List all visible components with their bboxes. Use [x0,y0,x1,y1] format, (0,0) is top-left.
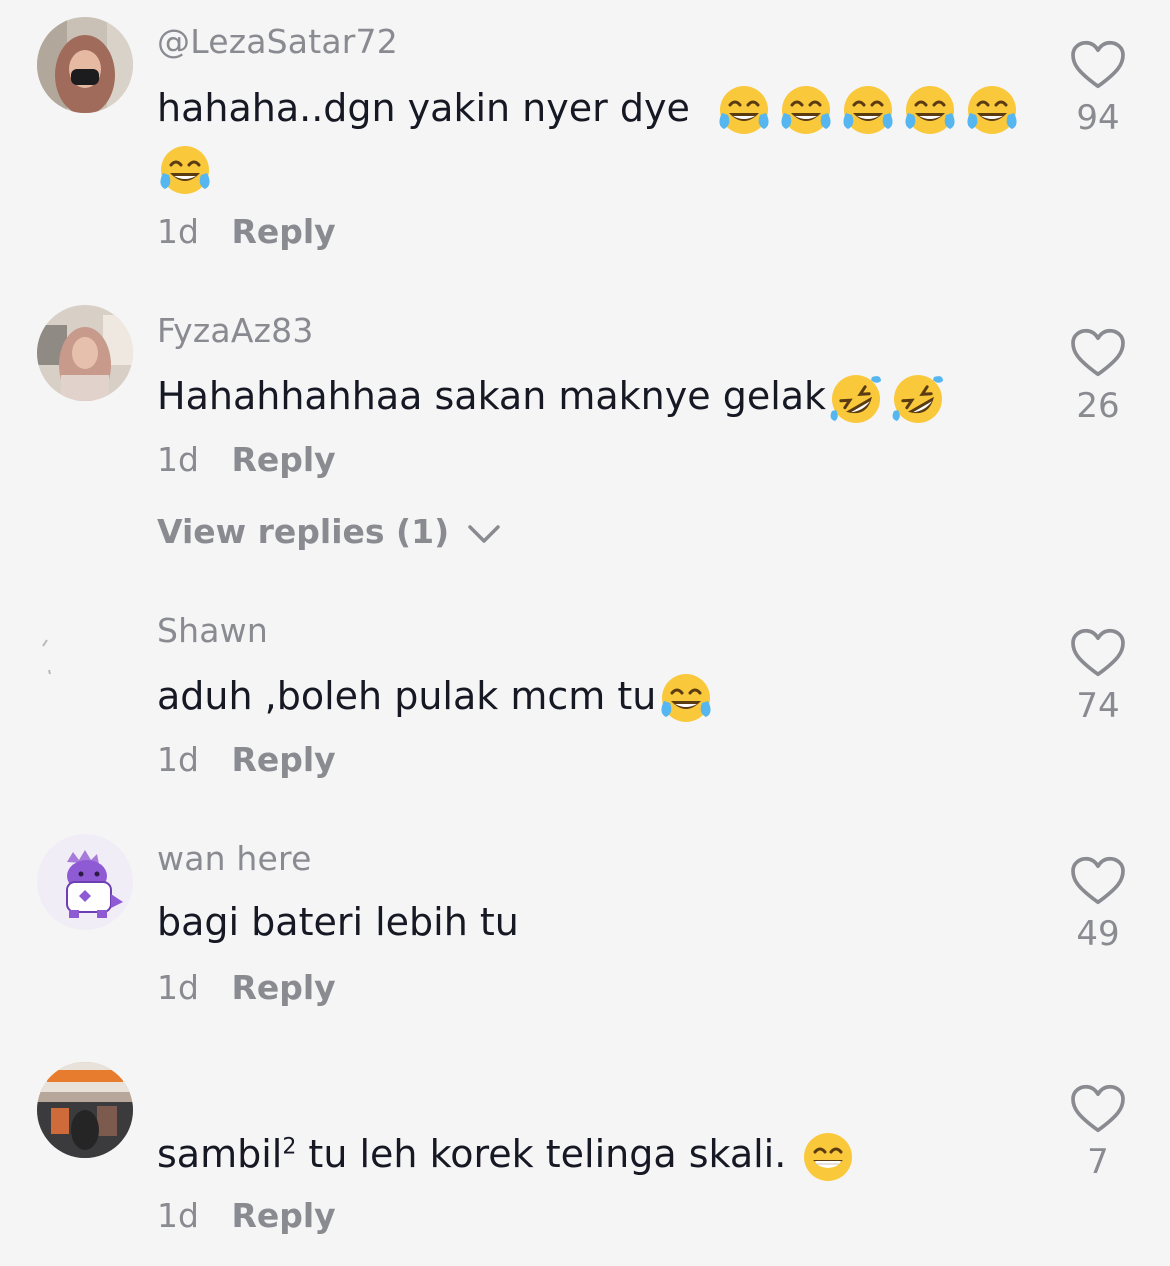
view-replies-button[interactable]: View replies (1) [157,512,501,551]
grinning-face-with-smiling-eyes-icon [800,1129,856,1185]
face-with-tears-of-joy-icon [716,83,772,139]
avatar[interactable] [37,17,133,113]
heart-outline-icon[interactable] [1070,328,1126,378]
comment-text: sambil2 tu leh korek telinga skali. [157,1124,1037,1185]
comment-username[interactable]: FyzaAz83 [157,311,314,350]
comment-meta: 1d Reply [157,1196,336,1235]
face-with-tears-of-joy-icon [778,83,834,139]
like-count: 74 [1076,686,1120,726]
comment-age: 1d [157,1196,199,1235]
face-with-tears-of-joy-icon [840,83,896,139]
comment-text-part: tu leh korek telinga skali. [296,1132,799,1176]
rolling-on-floor-laughing-icon [828,371,884,427]
comment-text-superscript: 2 [282,1134,297,1160]
comment-meta: 1d Reply [157,968,336,1007]
comment-text: aduh ,boleh pulak mcm tu [157,666,1037,727]
reply-button[interactable]: Reply [231,740,335,779]
avatar[interactable] [37,1062,133,1158]
reply-button[interactable]: Reply [231,212,335,251]
comment-username[interactable]: Shawn [157,611,268,650]
view-replies-label: View replies (1) [157,512,450,551]
reply-button[interactable]: Reply [231,968,335,1007]
comment-meta: 1d Reply [157,212,336,251]
comment-age: 1d [157,212,199,251]
chevron-down-icon [467,524,500,543]
heart-outline-icon[interactable] [1070,856,1126,906]
like-button[interactable]: 7 [1057,1084,1139,1182]
comment-text-part: sambil [157,1132,283,1176]
like-count: 7 [1087,1142,1109,1182]
comment-age: 1d [157,440,199,479]
comment-text-body: aduh ,boleh pulak mcm tu [157,674,657,718]
rolling-on-floor-laughing-icon [890,371,946,427]
comment-text-body: Hahahhahhaa sakan maknye gelak [157,374,827,418]
like-count: 49 [1076,914,1120,954]
like-count: 26 [1076,386,1120,426]
avatar[interactable] [37,305,133,401]
avatar[interactable] [37,834,133,930]
reply-button[interactable]: Reply [231,1196,335,1235]
heart-outline-icon[interactable] [1070,40,1126,90]
comment-text-wrap [157,138,1037,199]
reply-button[interactable]: Reply [231,440,335,479]
comment-text: bagi bateri lebih tu [157,892,1037,952]
comment-meta: 1d Reply [157,440,336,479]
comment-age: 1d [157,968,199,1007]
face-with-tears-of-joy-icon [658,671,714,727]
face-with-tears-of-joy-icon [157,143,213,199]
like-button[interactable]: 74 [1057,628,1139,726]
comment-text-body: hahaha..dgn yakin nyer dye [157,86,690,130]
heart-outline-icon[interactable] [1070,628,1126,678]
comment-username[interactable]: wan here [157,839,312,878]
heart-outline-icon[interactable] [1070,1084,1126,1134]
like-count: 94 [1076,98,1120,138]
face-with-tears-of-joy-icon [902,83,958,139]
avatar[interactable] [37,606,133,702]
like-button[interactable]: 26 [1057,328,1139,426]
like-button[interactable]: 94 [1057,40,1139,138]
comment-text: hahaha..dgn yakin nyer dye [157,78,1037,139]
comment-text-body: sambil2 tu leh korek telinga skali. [157,1132,798,1176]
comment-meta: 1d Reply [157,740,336,779]
comment-username[interactable]: @LezaSatar72 [157,22,398,61]
comment-text: Hahahhahhaa sakan maknye gelak [157,366,1037,427]
like-button[interactable]: 49 [1057,856,1139,954]
comment-text-body: bagi bateri lebih tu [157,900,519,944]
face-with-tears-of-joy-icon [964,83,1020,139]
comment-age: 1d [157,740,199,779]
